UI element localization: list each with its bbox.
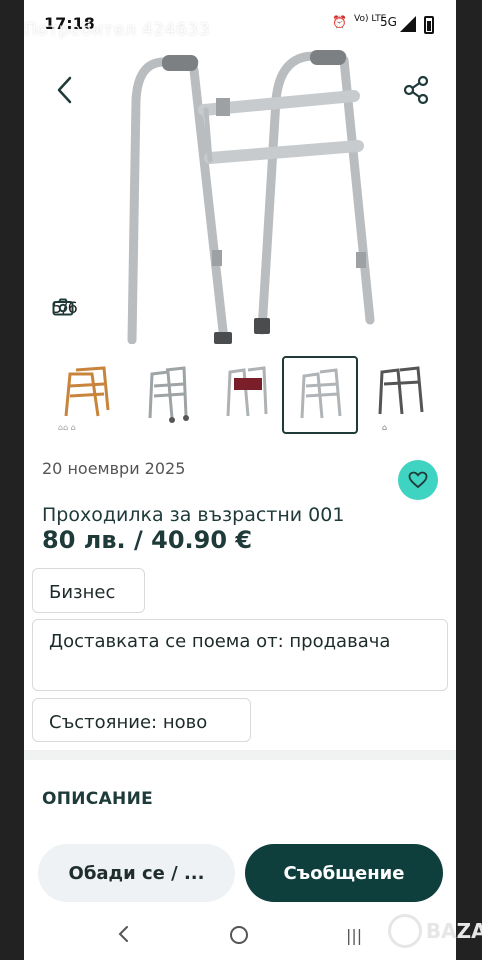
action-bar: Обади се / ... Съобщение (24, 838, 456, 908)
attribute-chip-business: Бизнес (32, 568, 145, 613)
svg-text:⌂: ⌂ (382, 423, 387, 432)
description-heading: ОПИСАНИЕ (42, 789, 154, 809)
thumbnail-image (300, 368, 342, 419)
back-button[interactable] (46, 70, 86, 110)
watermark: BAZAR (387, 914, 482, 948)
user-overlay-text: Потребител 424633 (24, 20, 210, 40)
thumbnail-image (148, 366, 189, 423)
network-type: 5G (380, 15, 397, 29)
listing-price: 80 лв. / 40.90 € (42, 526, 253, 554)
thumbnail[interactable]: ⌂ (364, 356, 440, 434)
favorite-button[interactable] (398, 460, 438, 500)
alarm-icon: ⏰ (332, 15, 347, 29)
message-button[interactable]: Съобщение (245, 844, 443, 902)
nav-back-icon[interactable] (114, 924, 134, 944)
thumbnail[interactable] (128, 356, 204, 434)
signal-icon (400, 16, 416, 32)
right-edge (456, 0, 482, 960)
thumbnail[interactable] (208, 356, 284, 434)
product-image[interactable]: 5/6 (24, 0, 456, 344)
chevron-left-icon (57, 76, 72, 104)
listing-date: 20 ноември 2025 (42, 459, 186, 478)
heart-icon (408, 471, 428, 489)
nav-home-icon[interactable] (230, 926, 248, 944)
walker-photo (127, 50, 375, 344)
watermark-logo (387, 914, 422, 948)
thumbnail[interactable]: ⌂⌂ ⌂ (46, 356, 122, 434)
watermark-text: BAZAR (425, 919, 482, 943)
share-icon (403, 75, 429, 105)
status-bar: 17:18 Потребител 424633 ⏰ Vo) LTE 5G (24, 0, 456, 48)
thumbnail-image: ⌂ (378, 366, 424, 432)
thumbnail-selected[interactable] (282, 356, 358, 434)
svg-text:⌂⌂ ⌂: ⌂⌂ ⌂ (58, 423, 76, 432)
thumbnail-strip: ⌂⌂ ⌂ ⌂ (24, 352, 456, 442)
share-button[interactable] (396, 70, 436, 110)
attribute-chip-condition: Състояние: ново (32, 698, 251, 742)
battery-icon (424, 16, 434, 34)
camera-icon (52, 298, 74, 316)
nav-recents-icon[interactable]: ||| (346, 926, 362, 945)
left-edge (0, 0, 24, 960)
section-divider (24, 750, 456, 760)
attribute-chip-delivery: Доставката се поема от: продавача (32, 619, 448, 691)
photo-counter: 5/6 (52, 298, 78, 317)
listing-title: Проходилка за възрастни 001 (42, 504, 345, 526)
thumbnail-image: ⌂⌂ ⌂ (58, 366, 110, 432)
call-button[interactable]: Обади се / ... (38, 844, 235, 902)
thumbnail-image (226, 366, 268, 417)
app-screen: 5/6 17:18 Потребител 424633 ⏰ Vo) LTE 5G… (24, 0, 456, 960)
